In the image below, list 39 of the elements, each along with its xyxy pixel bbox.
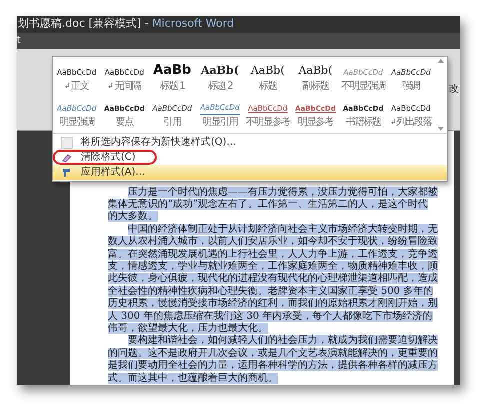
ribbon-tab[interactable]: t	[17, 36, 21, 46]
style-sample: AaBb	[153, 62, 192, 78]
style-label: 列出段落	[396, 116, 432, 130]
paragraph-mark-icon	[65, 83, 70, 89]
menu-item[interactable]: 应用样式(A)...	[53, 165, 447, 180]
menu-item[interactable]: 将所选内容保存为新快速样式(Q)...	[53, 135, 447, 150]
style-sample: AaBb(	[201, 62, 240, 78]
style-tile[interactable]: AaBb( 标题 2	[196, 59, 244, 95]
style-label: 不明显强调	[341, 80, 386, 94]
window-title: 划书愿稿.doc [兼容模式] - Microsoft Word	[18, 16, 234, 32]
style-label: 不明显参考	[246, 116, 290, 130]
style-label: 明显参考	[298, 116, 334, 130]
style-tile[interactable]: AaBb 标题 1	[148, 59, 196, 95]
style-label: 引用	[164, 116, 182, 130]
style-label: 明显引用	[202, 116, 238, 130]
style-label: 标题 1	[160, 80, 185, 94]
document-paragraph: 要构建和谐社会，如何减轻人们的社会压力，就成为我们需要迫切解决的问题。这不是政府开几次会议，或是几个文艺表演就能解决的，更重要的是我们要动用全社会的力量，运用各种科学的方法，提供各种各样的减压方式。而这其中，也蕴酿着巨大的商机。	[108, 335, 438, 385]
scroll-up-icon[interactable]	[438, 59, 444, 63]
document-paragraph: 中国的经济体制正处于从计划经济向社会主义市场经济大转变时期，无数人从农村涌入城市，以前人们安居乐业，如今却不安于现状，纷纷冒险致富。在突然涌现发展机遇的上行社会里，人人力争上游，工作透支，竞争透支，情感透支，学业与就业难两全，工作家庭难两全，物质精神难丰收，顾此失彼，身心俱疲，现代化的进程没有现代化的心理梯泄渠道相匹配，造成全社会性的精神性疾病和心理失衡。老牌资本主义国家正享受 500 多年的历史积累，慢慢消受接市场经济的红利，而我们的原始积累才刚刚开始，别人 300 年的焦虑压缩在我们这 30 年内承受，每个人都像吃下市场经济的伟哥，欲望最大化，压力也最大化。	[108, 224, 438, 334]
blank-icon	[61, 136, 73, 148]
style-tile[interactable]: AaBb( 副标题	[292, 59, 340, 95]
style-label: 明显强调	[59, 116, 94, 130]
style-label: 标题	[259, 80, 277, 94]
style-label: 正文	[71, 80, 89, 94]
gallery-scrollbar[interactable]	[435, 57, 447, 133]
styles-icon	[61, 166, 73, 178]
paragraph-mark-icon	[108, 83, 114, 89]
style-sample: AaBb(	[298, 62, 333, 78]
style-label: 强调	[402, 80, 420, 94]
style-label: 副标题	[302, 80, 329, 94]
style-label: 无间隔	[114, 80, 141, 94]
style-tile[interactable]: AaBb( 标题	[244, 59, 292, 95]
paragraph-mark-icon	[390, 119, 396, 125]
style-label: 标题 2	[208, 80, 233, 94]
document-paragraph: 压力是一个时代的焦虑——有压力觉得累，没压力觉得可怕，大家都被集体无意识的“成功”观念左右了。工作第一、生活第二的人，是这个时代的大多数。	[108, 186, 438, 224]
style-label: 要点	[116, 116, 134, 130]
change-styles-label[interactable]: 改	[449, 82, 459, 96]
style-label: 书籍标题	[346, 116, 382, 130]
style-sample: AaBb(	[250, 62, 285, 78]
